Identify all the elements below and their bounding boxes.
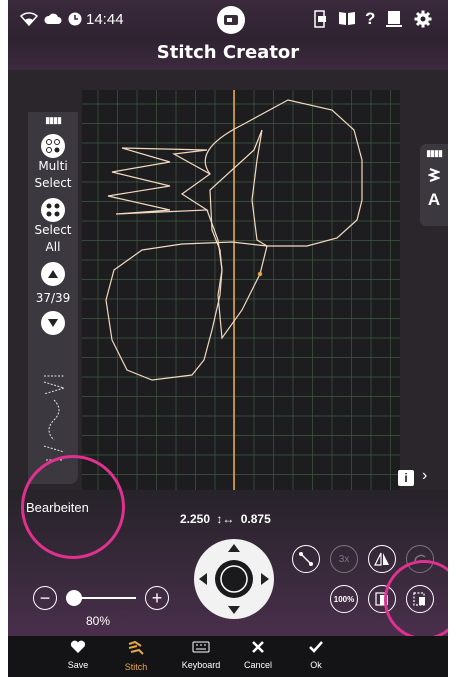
arrow-right-icon[interactable] [261,573,269,585]
status-bar: 14:44 ? [8,0,448,40]
machine-connection-button[interactable] [217,6,245,34]
keyboard-icon [171,640,231,659]
status-time: 14:44 [86,11,124,28]
nav-label: Keyboard [181,660,221,670]
move-arrows-icon: ↕↔ [216,512,235,526]
select-all-icon [41,198,65,222]
info-icon[interactable]: i [398,470,414,486]
wifi-icon [19,12,39,29]
coordinate-x: 2.250 [180,512,211,526]
title-bar: Stitch Creator [8,38,448,70]
stitch-upper-loop[interactable] [204,99,363,340]
stitch-creator-screen: 14:44 ? Stitch Creator ▮▮▮▮ Multi Select… [8,0,448,677]
nav-label: Save [67,660,89,670]
gear-icon[interactable] [414,10,432,31]
select-all-label: Select All [34,223,72,254]
page-title: Stitch Creator [156,42,300,63]
directional-pad[interactable] [194,539,274,619]
nav-ok[interactable]: Ok [286,640,346,671]
previous-point-button[interactable] [41,262,65,286]
nav-label: Stitch [124,662,148,672]
cloud-icon [44,12,62,29]
nav-keyboard[interactable]: Keyboard [171,640,231,671]
select-all-button[interactable]: Select All [28,198,78,256]
door-icon[interactable] [314,10,328,31]
zoom-in-button[interactable]: + [145,586,169,610]
stitch-icon [106,640,166,661]
stitch-grid[interactable] [82,90,400,508]
chevron-right-icon[interactable]: › [422,467,427,485]
nav-label: Cancel [243,660,272,670]
triple-stitch-button: 3x [330,545,358,573]
multi-select-button[interactable]: Multi Select [28,134,78,192]
help-icon[interactable]: ? [365,9,375,29]
line-tool-button[interactable] [292,545,320,573]
panel-grip-handle[interactable]: ▮▮▮▮ [28,112,78,126]
next-point-button[interactable] [41,311,65,335]
stitch-canvas[interactable] [82,90,400,508]
book-icon[interactable] [338,10,356,29]
stitch-lower-loop[interactable] [105,209,268,381]
highlight-annotation-edit [21,455,125,559]
clock-icon [68,12,82,29]
stitch-zigzag[interactable] [107,147,212,215]
point-counter: 37/39 [35,291,71,305]
multi-select-icon [41,134,65,158]
zoom-slider-handle[interactable] [66,590,82,606]
right-tool-panel: ▮▮▮▮ A [420,144,448,226]
nav-label: Ok [310,660,322,670]
tablet-icon[interactable] [386,10,402,31]
check-icon [286,640,346,659]
coordinate-y: 0.875 [240,512,271,526]
multi-select-label: Multi Select [34,159,72,190]
right-panel-grip[interactable]: ▮▮▮▮ [420,144,448,159]
bottom-nav: Save Stitch Keyboard Cancel Ok [8,636,448,677]
nav-cancel[interactable]: Cancel [228,640,288,671]
heart-icon [48,640,108,659]
close-icon [228,640,288,659]
nav-stitch[interactable]: Stitch [106,640,166,673]
stitch-cursor-point[interactable] [257,271,263,277]
zoom-value: 80% [86,614,111,628]
mirror-button[interactable] [368,545,396,573]
arrow-left-icon[interactable] [199,573,207,585]
zoom-out-button[interactable]: − [33,586,57,610]
nav-save[interactable]: Save [48,640,108,671]
stitch-type-button[interactable] [420,167,448,188]
text-tool-button[interactable]: A [420,190,448,210]
arrow-down-icon[interactable] [228,606,240,614]
left-tool-panel: ▮▮▮▮ Multi Select Select All 37/39 [28,112,78,484]
arrow-up-icon[interactable] [228,544,240,552]
zoom-100-button[interactable]: 100% [330,585,358,613]
coordinate-readout: 2.250 ↕↔ 0.875 [180,512,271,526]
